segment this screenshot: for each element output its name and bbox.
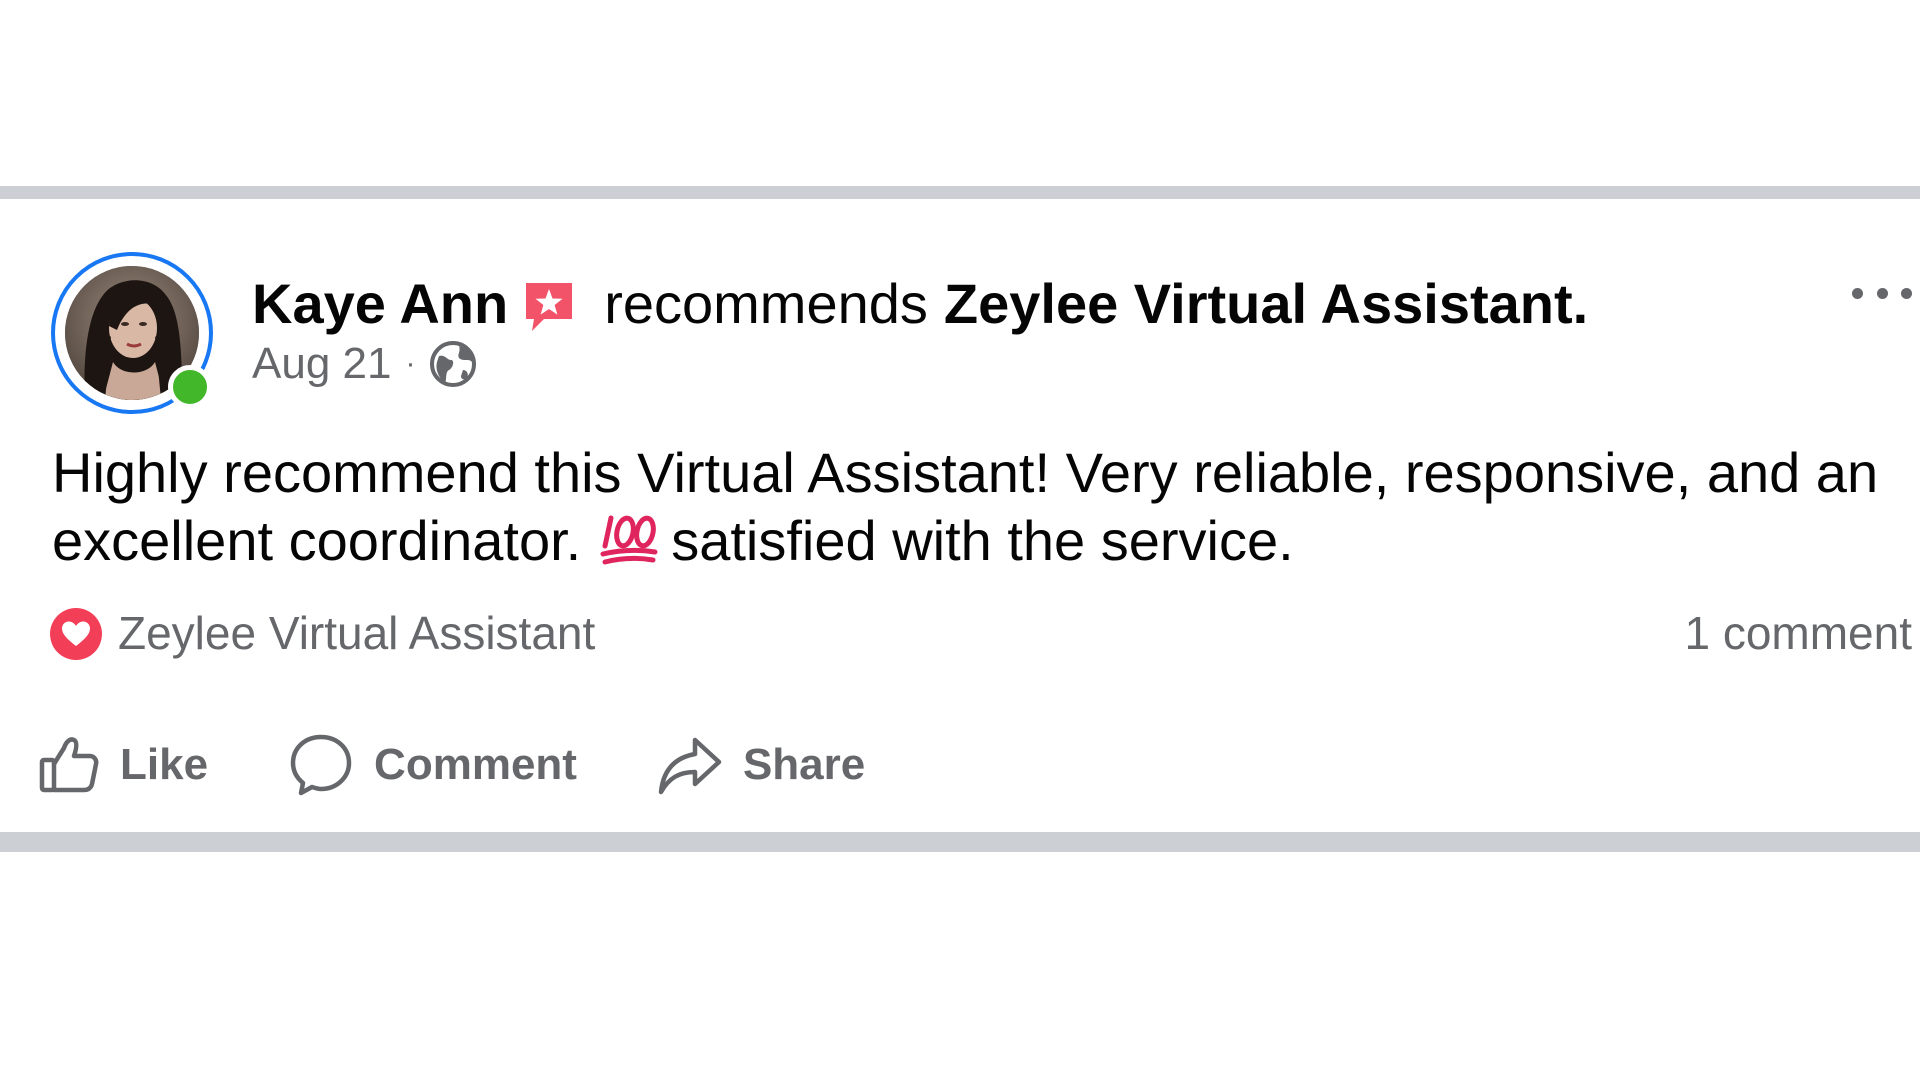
more-dot-icon <box>1876 287 1888 299</box>
post-body-text-2: satisfied with the service. <box>671 509 1294 572</box>
story-ring[interactable] <box>51 252 213 414</box>
share-arrow-icon <box>658 737 722 795</box>
online-status-indicator <box>168 365 212 409</box>
comment-label: Comment <box>374 740 577 789</box>
thumbs-up-icon <box>39 737 99 793</box>
reaction-summary: Zeylee Virtual Assistant 1 comment <box>50 605 1912 661</box>
share-label: Share <box>742 740 866 789</box>
recommended-page-name[interactable]: Zeylee Virtual Assistant. <box>944 271 1588 336</box>
comment-count[interactable]: 1 comment <box>1684 605 1912 661</box>
author-name[interactable]: Kaye Ann <box>252 271 508 336</box>
recommends-text: recommends <box>604 271 928 335</box>
post-header: Kaye Ann recommends Zeylee Virtual Assis… <box>252 271 1588 335</box>
globe-icon <box>429 340 477 388</box>
more-dot-icon <box>1852 287 1863 299</box>
recommendation-badge-icon <box>522 279 576 335</box>
post-body: Highly recommend this Virtual Assistant!… <box>52 439 1902 575</box>
share-button[interactable]: Share <box>657 734 865 796</box>
feed-divider-bottom <box>0 832 1920 852</box>
post-date[interactable]: Aug 21 <box>252 339 391 389</box>
comment-button[interactable]: Comment <box>288 732 577 798</box>
like-label: Like <box>120 740 209 789</box>
recommendation-post: Kaye Ann recommends Zeylee Virtual Assis… <box>0 199 1920 832</box>
like-button[interactable]: Like <box>38 734 208 796</box>
reactor-name[interactable]: Zeylee Virtual Assistant <box>118 605 595 661</box>
comment-bubble-icon <box>290 734 352 796</box>
hundred-points-emoji-icon <box>599 510 659 566</box>
more-options-button[interactable] <box>1852 273 1912 313</box>
post-action-bar: Like Comment Share <box>38 729 865 801</box>
meta-separator: · <box>405 347 416 380</box>
post-meta: Aug 21 · <box>252 339 477 389</box>
love-reaction-icon[interactable] <box>50 608 102 660</box>
feed-divider-top <box>0 186 1920 199</box>
more-dot-icon <box>1901 287 1912 299</box>
